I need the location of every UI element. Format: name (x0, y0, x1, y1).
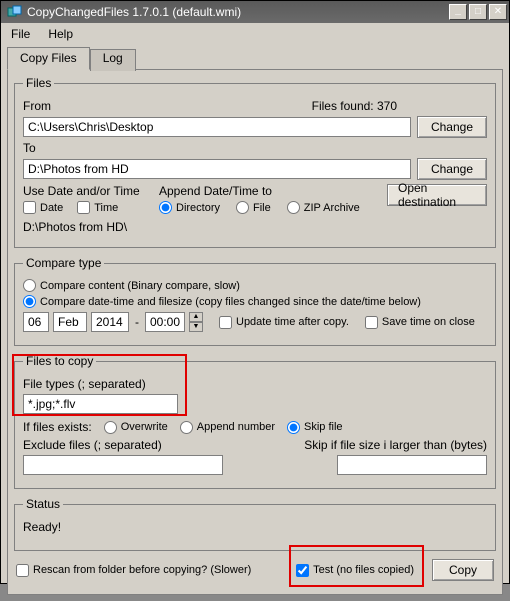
menu-help[interactable]: Help (48, 27, 73, 41)
rescan-checkbox[interactable]: Rescan from folder before copying? (Slow… (16, 564, 251, 577)
tabs: Copy Files Log (7, 47, 503, 70)
file-types-input[interactable]: *.jpg;*.flv (23, 394, 178, 414)
to-input[interactable]: D:\Photos from HD (23, 159, 411, 179)
use-date-time-label: Use Date and/or Time (23, 184, 153, 198)
time-checkbox[interactable]: Time (77, 201, 118, 214)
spin-up-icon[interactable]: ▲ (189, 312, 203, 322)
test-checkbox[interactable]: Test (no files copied) (296, 564, 414, 577)
status-legend: Status (23, 497, 63, 511)
from-label: From (23, 99, 51, 113)
close-button[interactable]: ✕ (489, 4, 507, 20)
content: Copy Files Log Files From Files found: 3… (1, 47, 509, 601)
app-icon (7, 4, 23, 20)
window-controls: _ □ ✕ (449, 4, 507, 20)
titlebar: CopyChangedFiles 1.7.0.1 (default.wmi) _… (1, 1, 509, 23)
filter-legend: Files to copy (23, 354, 96, 368)
open-destination-button[interactable]: Open destination (387, 184, 487, 206)
update-time-checkbox[interactable]: Update time after copy. (219, 316, 349, 329)
year-field[interactable]: 2014 (91, 312, 129, 332)
dest-preview: D:\Photos from HD\ (23, 220, 127, 234)
if-exists-label: If files exists: (23, 420, 92, 434)
copy-button[interactable]: Copy (432, 559, 494, 581)
status-group: Status Ready! (14, 497, 496, 551)
compare-datetime-radio[interactable]: Compare date-time and filesize (copy fil… (23, 295, 421, 308)
compare-group: Compare type Compare content (Binary com… (14, 256, 496, 346)
filter-group: Files to copy File types (; separated) *… (14, 354, 496, 489)
from-input[interactable]: C:\Users\Chris\Desktop (23, 117, 411, 137)
app-window: CopyChangedFiles 1.7.0.1 (default.wmi) _… (0, 0, 510, 584)
files-group: Files From Files found: 370 C:\Users\Chr… (14, 76, 496, 248)
maximize-button[interactable]: □ (469, 4, 487, 20)
window-title: CopyChangedFiles 1.7.0.1 (default.wmi) (27, 5, 449, 19)
change-from-button[interactable]: Change (417, 116, 487, 138)
skip-size-input[interactable] (337, 455, 487, 475)
status-text: Ready! (23, 517, 487, 540)
date-checkbox[interactable]: Date (23, 201, 63, 214)
menubar: File Help (1, 23, 509, 45)
save-time-checkbox[interactable]: Save time on close (365, 316, 475, 329)
change-to-button[interactable]: Change (417, 158, 487, 180)
compare-content-radio[interactable]: Compare content (Binary compare, slow) (23, 279, 240, 292)
tab-body: Files From Files found: 370 C:\Users\Chr… (7, 70, 503, 595)
overwrite-radio[interactable]: Overwrite (104, 421, 168, 434)
to-label: To (23, 141, 36, 155)
sep-field: - (133, 312, 141, 332)
skip-file-radio[interactable]: Skip file (287, 421, 343, 434)
append-label: Append Date/Time to (159, 184, 381, 198)
spin-down-icon[interactable]: ▼ (189, 322, 203, 332)
date-picker[interactable]: 06 Feb 2014 - 00:00 ▲▼ (23, 312, 203, 332)
tab-copy-files[interactable]: Copy Files (7, 47, 90, 70)
minimize-button[interactable]: _ (449, 4, 467, 20)
append-zip-radio[interactable]: ZIP Archive (287, 201, 360, 214)
compare-legend: Compare type (23, 256, 104, 270)
time-field[interactable]: 00:00 (145, 312, 185, 332)
time-spinner[interactable]: ▲▼ (189, 312, 203, 332)
file-types-label: File types (; separated) (23, 377, 146, 391)
append-directory-radio[interactable]: Directory (159, 201, 220, 214)
files-found-label: Files found: 370 (312, 99, 397, 113)
tab-log[interactable]: Log (90, 49, 136, 71)
append-number-radio[interactable]: Append number (180, 421, 275, 434)
exclude-label: Exclude files (; separated) (23, 438, 162, 452)
append-file-radio[interactable]: File (236, 201, 271, 214)
menu-file[interactable]: File (11, 27, 30, 41)
exclude-input[interactable] (23, 455, 223, 475)
files-legend: Files (23, 76, 54, 90)
skip-size-label: Skip if file size i larger than (bytes) (304, 438, 487, 452)
month-field[interactable]: Feb (53, 312, 87, 332)
day-field[interactable]: 06 (23, 312, 49, 332)
